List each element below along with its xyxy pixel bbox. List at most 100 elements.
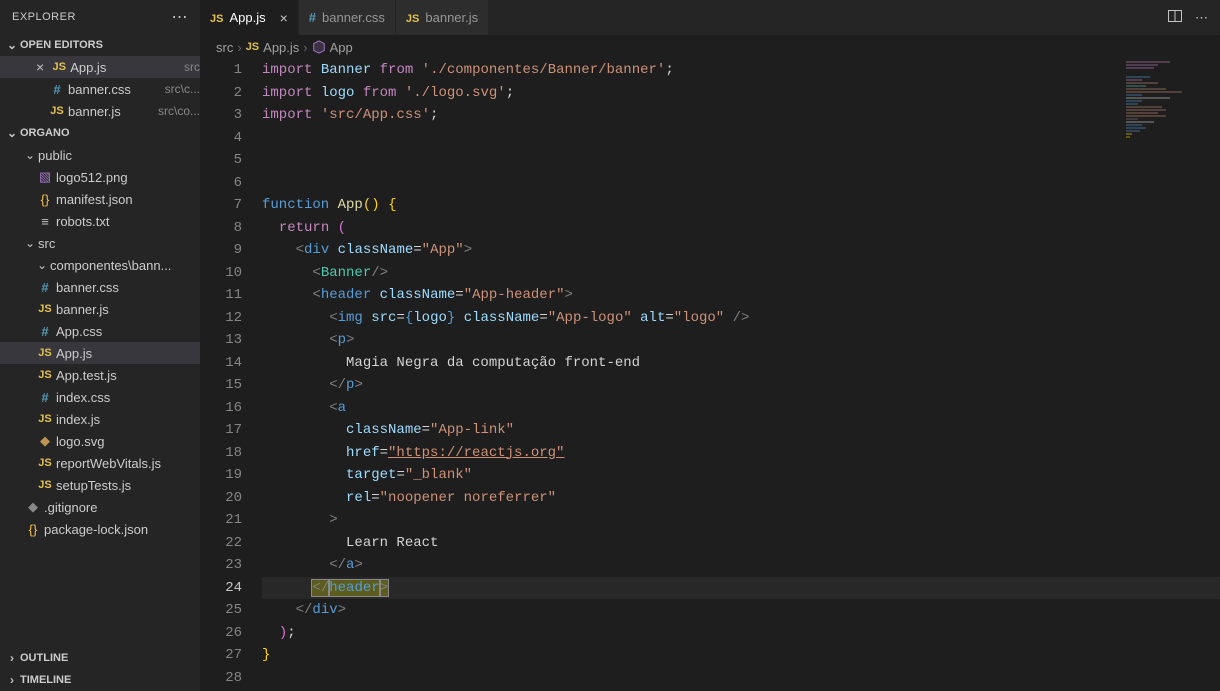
js-file-icon: JS [210,13,223,25]
close-icon[interactable]: × [32,59,48,75]
breadcrumb[interactable]: src › JS App.js › App [200,35,1220,59]
line-gutter: 1234567891011121314151617181920212223242… [200,59,262,691]
tab-controls: ⋯ [1167,0,1220,35]
file-item[interactable]: #App.css [0,320,200,342]
explorer-title: EXPLORER [12,11,76,23]
chevron-right-icon: › [4,651,20,665]
open-editor-item[interactable]: ×JSApp.jssrc [0,56,200,78]
code-line[interactable]: } [262,644,1220,667]
breadcrumb-part[interactable]: App [330,40,353,55]
file-item[interactable]: {}manifest.json [0,188,200,210]
file-item[interactable]: ▧logo512.png [0,166,200,188]
code-line[interactable]: className="App-link" [262,419,1220,442]
file-label: logo.svg [56,434,200,449]
minimap[interactable] [1126,60,1206,139]
open-editor-item[interactable]: JSbanner.jssrc\co... [0,100,200,122]
file-item[interactable]: JS App.js [0,342,200,364]
chevron-right-icon: › [4,673,20,687]
code-line[interactable]: import logo from './logo.svg'; [262,82,1220,105]
image-file-icon: ▧ [39,169,51,185]
file-item[interactable]: #index.css [0,386,200,408]
file-label: index.js [56,412,200,427]
explorer-more-icon[interactable]: ⋯ [172,7,189,27]
code-line[interactable]: </header> [262,577,1220,600]
code-line[interactable]: function App() { [262,194,1220,217]
file-label: App.js [56,346,200,361]
code-line[interactable]: </a> [262,554,1220,577]
split-editor-icon[interactable] [1167,8,1183,27]
code-line[interactable] [262,172,1220,195]
tab-label: App.js [229,10,265,25]
code-line[interactable]: </p> [262,374,1220,397]
timeline-header[interactable]: › TIMELINE [0,669,200,691]
code-line[interactable] [262,127,1220,150]
file-item[interactable]: JSsetupTests.js [0,474,200,496]
editor-tab[interactable]: JS App.js × [200,0,299,35]
open-editors-header[interactable]: ⌄ OPEN EDITORS [0,34,200,56]
file-label: package-lock.json [44,522,200,537]
js-file-icon: JS [38,369,51,381]
code-line[interactable] [262,149,1220,172]
file-item[interactable]: JSreportWebVitals.js [0,452,200,474]
file-label: App.css [56,324,200,339]
folder-item[interactable]: ⌄public [0,144,200,166]
close-icon[interactable]: × [280,10,288,26]
timeline-title: TIMELINE [20,674,71,686]
more-actions-icon[interactable]: ⋯ [1195,10,1208,26]
file-item[interactable]: #banner.css [0,276,200,298]
js-file-icon: JS [50,105,63,117]
file-item[interactable]: JSindex.js [0,408,200,430]
folder-label: componentes\bann... [50,258,200,273]
code-line[interactable]: rel="noopener noreferrer" [262,487,1220,510]
css-file-icon: # [53,82,60,97]
css-file-icon: # [41,280,48,295]
json-file-icon: {} [41,192,50,207]
folder-item[interactable]: ⌄componentes\bann... [0,254,200,276]
code-line[interactable]: <header className="App-header"> [262,284,1220,307]
open-editors-title: OPEN EDITORS [20,39,103,51]
code-line[interactable]: return ( [262,217,1220,240]
file-item[interactable]: ≡robots.txt [0,210,200,232]
code-line[interactable]: </div> [262,599,1220,622]
code-line[interactable]: <div className="App"> [262,239,1220,262]
file-item[interactable]: JSApp.test.js [0,364,200,386]
css-file-icon: # [41,390,48,405]
project-header[interactable]: ⌄ ORGANO [0,122,200,144]
code-line[interactable]: import 'src/App.css'; [262,104,1220,127]
code-line[interactable]: Magia Negra da computação front-end [262,352,1220,375]
js-file-icon: JS [38,347,51,359]
js-file-icon: JS [38,457,51,469]
file-label: banner.js [56,302,200,317]
code-line[interactable]: ); [262,622,1220,645]
editor-area[interactable]: 1234567891011121314151617181920212223242… [200,59,1220,691]
breadcrumb-part[interactable]: App.js [263,40,299,55]
file-item[interactable]: JS banner.js [0,298,200,320]
js-file-icon: JS [38,303,51,315]
editor-tab[interactable]: JSbanner.js [396,0,489,35]
editor-tab[interactable]: #banner.css [299,0,396,35]
file-item[interactable]: ◆.gitignore [0,496,200,518]
code-line[interactable]: <Banner/> [262,262,1220,285]
breadcrumb-sep: › [303,40,307,55]
code-content[interactable]: import Banner from './componentes/Banner… [262,59,1220,691]
symbol-icon [312,40,326,54]
outline-header[interactable]: › OUTLINE [0,647,200,669]
svg-file-icon: ◆ [40,433,50,449]
code-line[interactable] [262,667,1220,690]
file-item[interactable]: ◆ logo.svg [0,430,200,452]
code-line[interactable]: <p> [262,329,1220,352]
file-item[interactable]: {}package-lock.json [0,518,200,540]
folder-item[interactable]: ⌄src [0,232,200,254]
folder-label: public [38,148,200,163]
code-line[interactable]: > [262,509,1220,532]
code-line[interactable]: <img src={logo} className="App-logo" alt… [262,307,1220,330]
project-name: ORGANO [20,127,70,139]
breadcrumb-part[interactable]: src [216,40,233,55]
code-line[interactable]: Learn React [262,532,1220,555]
code-line[interactable]: import Banner from './componentes/Banner… [262,59,1220,82]
file-label: banner.css [68,82,161,97]
code-line[interactable]: target="_blank" [262,464,1220,487]
open-editor-item[interactable]: #banner.csssrc\c... [0,78,200,100]
code-line[interactable]: href="https://reactjs.org" [262,442,1220,465]
code-line[interactable]: <a [262,397,1220,420]
